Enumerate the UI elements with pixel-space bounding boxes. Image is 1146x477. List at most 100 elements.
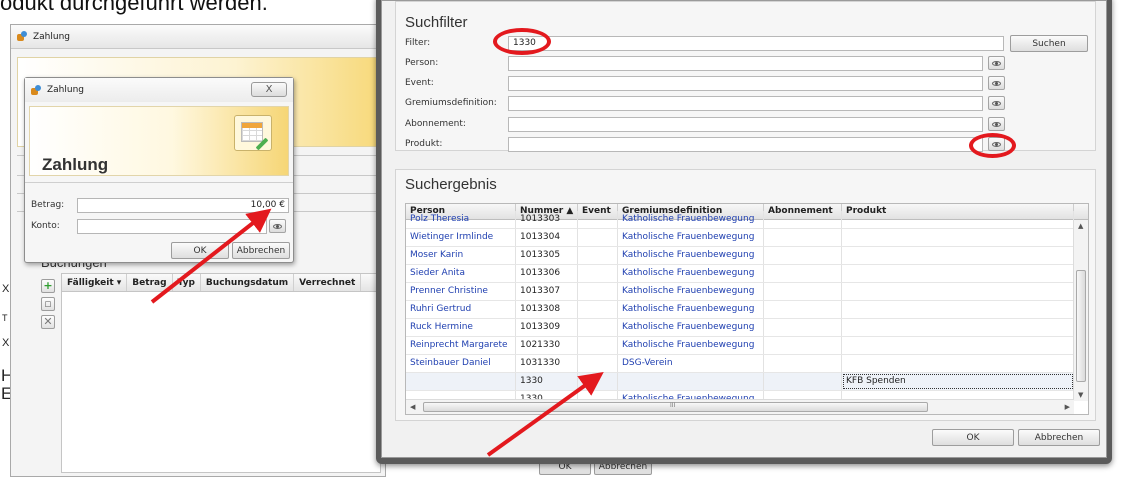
cell-gremium[interactable]: Katholische Frauenbewegung [618, 283, 764, 300]
vertical-scroll-thumb[interactable] [1076, 270, 1086, 382]
cell-person[interactable]: Ruck Hermine [406, 319, 516, 336]
cell-gremium[interactable]: Katholische Frauenbewegung [618, 319, 764, 336]
scroll-up-icon[interactable]: ▲ [1078, 222, 1083, 230]
cell-person[interactable]: Ruhri Gertrud [406, 301, 516, 318]
table-row[interactable]: Polz Theresia 1013303 Katholische Frauenbe… [406, 211, 1074, 229]
eye-icon [273, 223, 282, 229]
search-button[interactable]: Suchen [1010, 35, 1088, 52]
cell-produkt [842, 301, 1074, 318]
search-results-title: Suchergebnis [405, 176, 497, 193]
table-row[interactable]: Ruck Hermine 1013309 Katholische Frauenbew… [406, 319, 1074, 337]
person-label: Person: [405, 58, 439, 68]
committee-lookup-button[interactable] [988, 96, 1005, 110]
committee-label: Gremiumsdefinition: [405, 98, 497, 108]
horizontal-scrollbar[interactable]: ◀ III ▶ [406, 399, 1074, 414]
table-row[interactable]: Wietinger Irmlinde 1013304 Katholische Fra… [406, 229, 1074, 247]
grip-icon: III [670, 402, 676, 409]
search-cancel-button[interactable]: Abbrechen [1018, 429, 1100, 446]
vertical-scrollbar[interactable]: ▲ ▼ [1073, 220, 1088, 401]
scroll-left-icon[interactable]: ◀ [410, 403, 415, 411]
person-lookup-button[interactable] [988, 56, 1005, 70]
cell-gremium[interactable]: Katholische Frauenbewegung [618, 247, 764, 264]
table-row[interactable]: Sieder Anita 1013306 Katholische Frauenbew… [406, 265, 1074, 283]
column-header[interactable]: Betrag [127, 274, 173, 291]
table-row[interactable]: Ruhri Gertrud 1013308 Katholische Frauenbe… [406, 301, 1074, 319]
column-header[interactable]: Typ [173, 274, 201, 291]
cell-produkt [842, 247, 1074, 264]
column-header[interactable]: Verrechnet [294, 274, 362, 291]
cell-gremium[interactable]: Katholische Frauenbewegung [618, 229, 764, 246]
scroll-down-icon[interactable]: ▼ [1078, 391, 1083, 399]
cell-abo [764, 265, 842, 282]
cell-person[interactable]: Prenner Christine [406, 283, 516, 300]
payment-ok-button[interactable]: OK [171, 242, 229, 259]
search-filter-title: Suchfilter [405, 14, 468, 31]
table-row[interactable]: Reinprecht Margarete 1021330 Katholische F… [406, 337, 1074, 355]
column-header[interactable]: Fälligkeit ▾ [62, 274, 128, 291]
document-caption: odukt durchgeführt werden. [0, 0, 268, 15]
cell-gremium[interactable]: Katholische Frauenbewegung [618, 337, 764, 354]
cell-gremium[interactable]: Katholische Frauenbewegung [618, 211, 764, 228]
cell-person[interactable]: Reinprecht Margarete [406, 337, 516, 354]
event-lookup-button[interactable] [988, 76, 1005, 90]
cell-person[interactable] [406, 373, 516, 390]
product-input[interactable] [508, 137, 983, 152]
cell-person[interactable]: Polz Theresia [406, 211, 516, 228]
cell-nummer: 1031330 [516, 355, 578, 372]
add-icon[interactable]: + [41, 279, 55, 293]
account-field[interactable] [77, 219, 267, 234]
event-label: Event: [405, 78, 434, 88]
edit-icon[interactable]: ▫ [41, 297, 55, 311]
cell-abo [764, 301, 842, 318]
eye-icon [992, 100, 1001, 106]
cell-produkt [842, 337, 1074, 354]
account-lookup-button[interactable] [269, 219, 286, 233]
subscription-lookup-button[interactable] [988, 117, 1005, 131]
amount-label: Betrag: [31, 200, 65, 210]
search-ok-button[interactable]: OK [932, 429, 1014, 446]
delete-icon[interactable]: ✕ [41, 315, 55, 329]
filter-input[interactable]: 1330 [508, 36, 1004, 51]
cell-gremium[interactable]: DSG-Verein [618, 355, 764, 372]
cell-produkt [842, 319, 1074, 336]
bookings-grid: Fälligkeit ▾ Betrag Typ Buchungsdatum Ve… [61, 273, 381, 473]
cell-nummer: 1013308 [516, 301, 578, 318]
divider [25, 182, 293, 183]
cell-abo [764, 229, 842, 246]
person-input[interactable] [508, 56, 983, 71]
cell-abo [764, 355, 842, 372]
cell-event [578, 319, 618, 336]
payment-cancel-button[interactable]: Abbrechen [232, 242, 290, 259]
eye-icon [992, 80, 1001, 86]
cell-person[interactable]: Wietinger Irmlinde [406, 229, 516, 246]
cell-gremium[interactable]: Katholische Frauenbewegung [618, 301, 764, 318]
edge-fragment: T [2, 313, 8, 323]
amount-field[interactable]: 10,00 € [77, 198, 289, 213]
cell-person[interactable]: Sieder Anita [406, 265, 516, 282]
cell-nummer: 1013307 [516, 283, 578, 300]
table-row[interactable]: Prenner Christine 1013307 Katholische Frau… [406, 283, 1074, 301]
subscription-input[interactable] [508, 117, 983, 132]
table-edit-icon [234, 115, 272, 151]
scroll-right-icon[interactable]: ▶ [1065, 403, 1070, 411]
cell-person[interactable]: Moser Karin [406, 247, 516, 264]
cell-gremium[interactable]: Katholische Frauenbewegung [618, 265, 764, 282]
close-icon[interactable]: X [251, 82, 287, 97]
background-window-title: Zahlung [33, 31, 71, 42]
cell-gremium[interactable] [618, 373, 764, 390]
cell-event [578, 373, 618, 390]
bookings-grid-header: Fälligkeit ▾ Betrag Typ Buchungsdatum Ve… [62, 274, 380, 292]
table-row[interactable]: Moser Karin 1013305 Katholische Frauenbewe… [406, 247, 1074, 265]
horizontal-scroll-thumb[interactable]: III [423, 402, 928, 412]
cell-person[interactable]: Steinbauer Daniel [406, 355, 516, 372]
cell-nummer: 1013309 [516, 319, 578, 336]
background-titlebar: Zahlung [11, 25, 385, 49]
event-input[interactable] [508, 76, 983, 91]
table-row[interactable]: 1330 KFB Spenden [406, 373, 1074, 391]
table-row[interactable]: Steinbauer Daniel 1031330 DSG-Verein [406, 355, 1074, 373]
payment-dialog: Zahlung X Zahlung Betrag: 10,00 € Konto:… [24, 77, 294, 263]
committee-input[interactable] [508, 96, 983, 111]
cell-event [578, 283, 618, 300]
cell-produkt [842, 265, 1074, 282]
column-header[interactable]: Buchungsdatum [201, 274, 295, 291]
